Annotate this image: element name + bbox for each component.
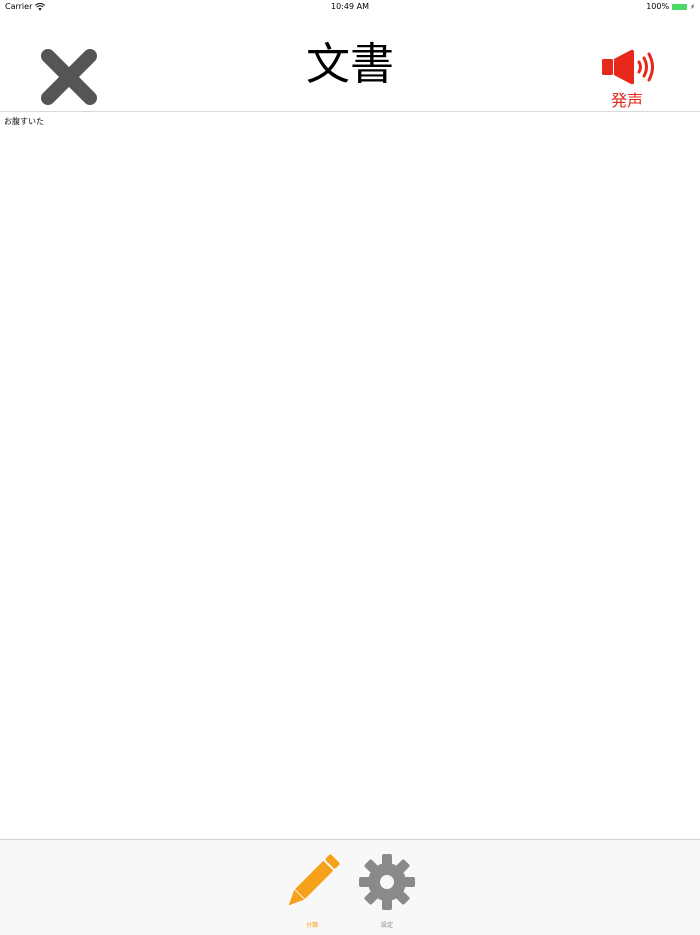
battery-icon xyxy=(672,4,688,10)
tab-settings-label: 設定 xyxy=(380,922,393,929)
status-bar: Carrier 10:49 AM 100% ⚡ xyxy=(0,0,700,14)
pencil-icon xyxy=(288,854,340,906)
status-right: 100% ⚡ xyxy=(646,0,695,14)
speak-button[interactable]: 発声 xyxy=(598,48,662,114)
tab-settings[interactable]: 設定 xyxy=(352,840,422,935)
page-title: 文書 xyxy=(306,39,394,90)
status-time: 10:49 AM xyxy=(331,2,369,11)
speak-label: 発声 xyxy=(610,91,643,110)
nav-header: 文書 発声 xyxy=(0,14,700,112)
document-text-area[interactable]: お腹すいた xyxy=(0,112,700,839)
speaker-icon xyxy=(602,49,654,85)
tab-category[interactable]: 分類 xyxy=(277,840,347,935)
gear-icon xyxy=(359,854,415,910)
charging-bolt-icon: ⚡ xyxy=(690,3,695,11)
tab-bar: 分類 設定 xyxy=(0,839,700,935)
document-text: お腹すいた xyxy=(4,117,44,126)
battery-percent: 100% xyxy=(646,2,670,11)
tab-category-label: 分類 xyxy=(305,922,318,929)
